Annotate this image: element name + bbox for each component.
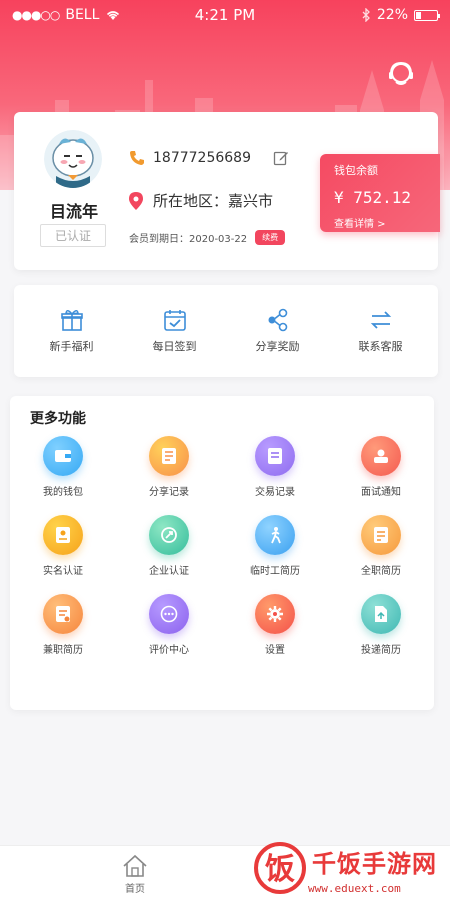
feature-my-wallet[interactable]: 我的钱包 bbox=[10, 436, 116, 498]
region-text: 所在地区：嘉兴市 bbox=[153, 192, 274, 210]
member-expiry: 会员到期日：2020-03-22 bbox=[129, 234, 248, 245]
signal-strength-icon: ●●●○○ bbox=[12, 8, 60, 22]
feature-company-verify[interactable]: 企业认证 bbox=[116, 515, 222, 577]
feature-label: 设置 bbox=[265, 645, 285, 656]
quick-action-label: 联系客服 bbox=[358, 340, 403, 353]
settings-icon bbox=[255, 594, 295, 634]
quick-action-label: 每日签到 bbox=[152, 340, 197, 353]
wallet-amount: ¥ 752.12 bbox=[334, 188, 412, 207]
quick-action-label: 分享奖励 bbox=[255, 340, 300, 353]
submit-resume-icon bbox=[361, 594, 401, 634]
feature-label: 评价中心 bbox=[149, 645, 189, 656]
feature-fulltime-resume[interactable]: 全职简历 bbox=[328, 515, 434, 577]
carrier-name: BELL bbox=[65, 7, 100, 23]
quick-action-share-reward[interactable]: 分享奖励 bbox=[233, 308, 323, 354]
feature-label: 实名认证 bbox=[43, 566, 83, 577]
feature-label: 临时工简历 bbox=[250, 566, 300, 577]
phone-row: 18777256689 bbox=[129, 150, 289, 166]
feature-temp-resume[interactable]: 临时工简历 bbox=[222, 515, 328, 577]
feature-label: 交易记录 bbox=[255, 487, 295, 498]
feature-share-record[interactable]: 分享记录 bbox=[116, 436, 222, 498]
member-row: 会员到期日：2020-03-22 续费 bbox=[129, 230, 286, 245]
wallet-details-link[interactable]: 查看详情 > bbox=[334, 215, 426, 230]
feature-label: 我的钱包 bbox=[43, 487, 83, 498]
calendar-check-icon bbox=[163, 310, 186, 331]
watermark-url: www.eduext.com bbox=[308, 882, 401, 895]
tab-home-label: 首页 bbox=[125, 884, 145, 895]
feature-label: 投递简历 bbox=[361, 645, 401, 656]
id-verify-icon bbox=[43, 515, 83, 555]
edit-icon[interactable] bbox=[273, 150, 289, 166]
more-features-card: 更多功能 我的钱包 分享记录 交易记录 面试通知 实名认证 企业认证 临时工简历… bbox=[10, 396, 434, 710]
battery-icon bbox=[414, 9, 440, 21]
feature-transaction-record[interactable]: 交易记录 bbox=[222, 436, 328, 498]
share-icon bbox=[268, 308, 287, 332]
watermark-logo-icon: 饭 bbox=[254, 842, 306, 894]
renew-button[interactable]: 续费 bbox=[255, 230, 286, 245]
wallet-icon bbox=[43, 436, 83, 476]
interview-icon bbox=[361, 436, 401, 476]
feature-label: 企业认证 bbox=[149, 566, 189, 577]
quick-action-daily-checkin[interactable]: 每日签到 bbox=[130, 308, 220, 354]
battery-percent: 22% bbox=[376, 7, 408, 23]
user-name: 目流年 bbox=[50, 202, 99, 221]
watermark-mark: 饭 bbox=[265, 852, 295, 887]
home-icon bbox=[123, 854, 147, 877]
feature-interview-notice[interactable]: 面试通知 bbox=[328, 436, 434, 498]
bluetooth-icon bbox=[362, 8, 370, 22]
review-icon bbox=[149, 594, 189, 634]
feature-label: 面试通知 bbox=[361, 487, 401, 498]
wifi-icon bbox=[107, 11, 120, 20]
feature-parttime-resume[interactable]: 兼职简历 bbox=[10, 594, 116, 656]
feature-review-center[interactable]: 评价中心 bbox=[116, 594, 222, 656]
tab-home[interactable]: 首页 bbox=[110, 854, 160, 895]
transaction-icon bbox=[255, 436, 295, 476]
region-row: 所在地区：嘉兴市 bbox=[129, 190, 273, 211]
quick-action-newbie-welfare[interactable]: 新手福利 bbox=[27, 308, 117, 354]
share-record-icon bbox=[149, 436, 189, 476]
section-title: 更多功能 bbox=[30, 411, 86, 427]
cartoon-avatar-icon bbox=[44, 130, 102, 188]
feature-settings[interactable]: 设置 bbox=[222, 594, 328, 656]
quick-action-label: 新手福利 bbox=[49, 340, 94, 353]
status-bar: ●●●○○ BELL 4:21 PM 22% bbox=[0, 0, 450, 30]
phone-number: 18777256689 bbox=[153, 150, 251, 166]
parttime-resume-icon bbox=[43, 594, 83, 634]
location-pin-icon bbox=[129, 191, 143, 210]
transfer-arrows-icon bbox=[370, 311, 391, 329]
feature-realname-verify[interactable]: 实名认证 bbox=[10, 515, 116, 577]
quick-action-contact-service[interactable]: 联系客服 bbox=[336, 308, 426, 354]
feature-label: 全职简历 bbox=[361, 566, 401, 577]
phone-icon bbox=[130, 151, 144, 165]
company-verify-icon bbox=[149, 515, 189, 555]
customer-service-headset-icon[interactable] bbox=[386, 58, 416, 88]
quick-actions: 新手福利 每日签到 分享奖励 联系客服 bbox=[14, 285, 438, 377]
verified-badge: 已认证 bbox=[40, 224, 106, 247]
temp-resume-icon bbox=[255, 515, 295, 555]
feature-grid: 我的钱包 分享记录 交易记录 面试通知 实名认证 企业认证 临时工简历 全职简历… bbox=[10, 436, 434, 656]
site-watermark: 饭 千饭手游网 www.eduext.com bbox=[250, 838, 450, 900]
feature-submit-resume[interactable]: 投递简历 bbox=[328, 594, 434, 656]
feature-label: 分享记录 bbox=[149, 487, 189, 498]
watermark-brand: 千饭手游网 bbox=[312, 850, 437, 878]
gift-icon bbox=[60, 310, 83, 331]
wallet-balance-card[interactable]: 钱包余额 ¥ 752.12 查看详情 > bbox=[320, 154, 440, 232]
fulltime-resume-icon bbox=[361, 515, 401, 555]
wallet-title: 钱包余额 bbox=[334, 164, 378, 177]
avatar[interactable] bbox=[44, 130, 102, 188]
feature-label: 兼职简历 bbox=[43, 645, 83, 656]
